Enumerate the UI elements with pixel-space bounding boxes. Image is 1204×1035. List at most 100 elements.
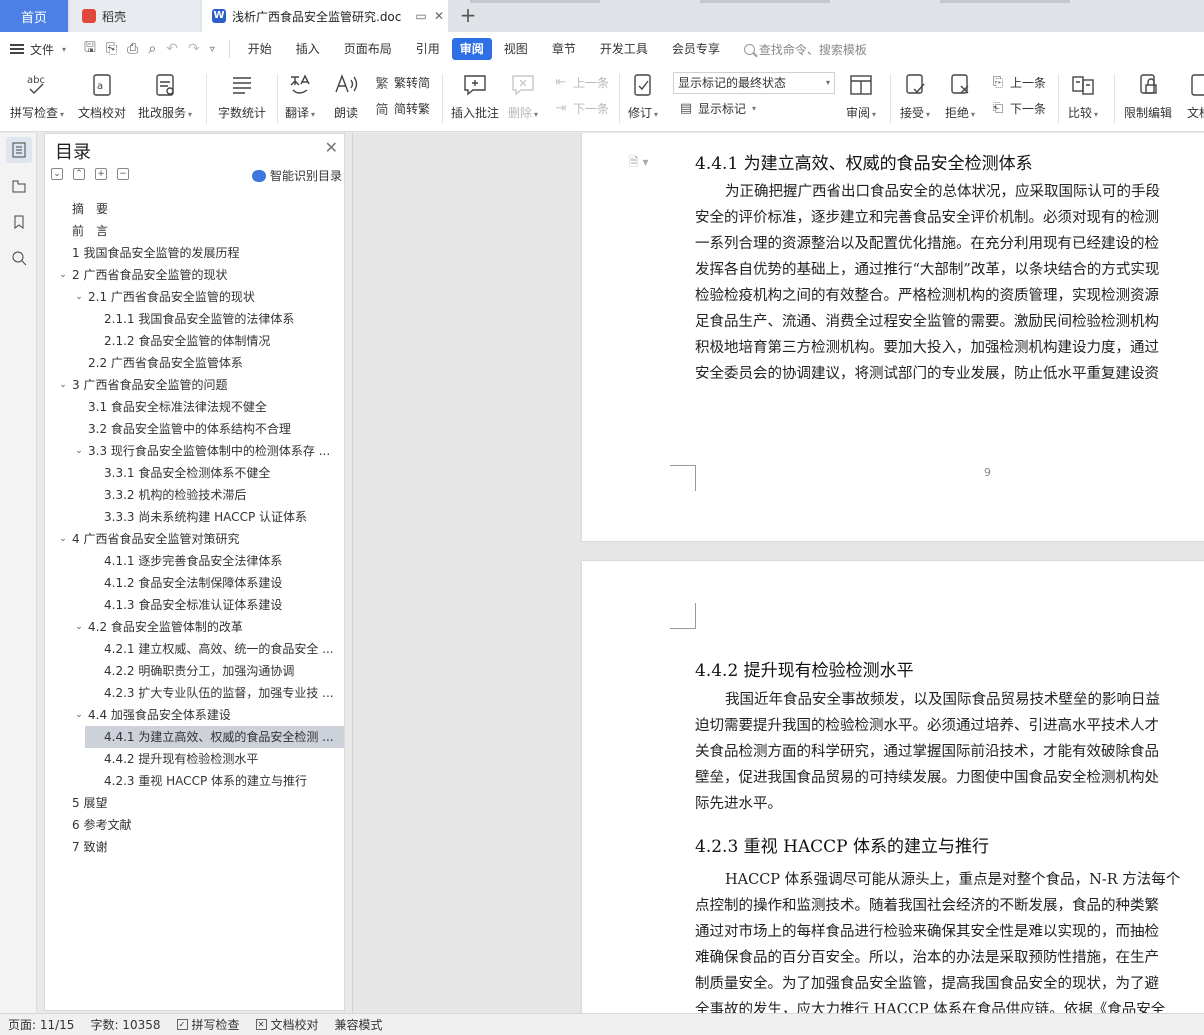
tab-pin-icon[interactable]: ▭ (412, 9, 430, 23)
toc-item[interactable]: ⌄ 3.3 现行食品安全监管体制中的检测体系存 ... (45, 440, 344, 462)
toc-item[interactable]: 3.3.3 尚未系统构建 HACCP 认证体系 (45, 506, 344, 528)
command-search[interactable]: 查找命令、搜索模板 (732, 41, 867, 58)
chevron-down-icon[interactable]: ⌄ (57, 264, 69, 286)
next-comment-button[interactable]: ⇥ 下一条 (553, 100, 609, 117)
menu-review[interactable]: 审阅 (451, 38, 492, 60)
spell-check-button[interactable]: abc 拼写检查 ▾ (10, 70, 64, 121)
toc-item[interactable]: ⌄ 4.2 食品安全监管体制的改革 (45, 616, 344, 638)
word-count-button[interactable]: 字数统计 (218, 70, 266, 121)
chevron-down-icon[interactable]: ⌄ (73, 286, 85, 308)
accept-button[interactable]: 接受 ▾ (900, 70, 930, 121)
toc-item[interactable]: 3.2 食品安全监管中的体系结构不合理 (45, 418, 344, 440)
page-indicator[interactable]: 页面: 11/15 (0, 1016, 82, 1033)
markup-state-select[interactable]: 显示标记的最终状态 ▾ (673, 72, 835, 94)
paragraph-menu-icon[interactable]: 🗎 ▾ (629, 153, 649, 174)
toc-item[interactable]: 7 致谢 (45, 836, 344, 858)
toc-item[interactable]: ⌄ 2 广西省食品安全监管的现状 (45, 264, 344, 286)
toc-item[interactable]: 摘 要 (45, 198, 344, 220)
menu-developer[interactable]: 开发工具 (588, 38, 660, 60)
document-canvas[interactable]: 🗎 ▾ 4.4.1 为建立高效、权威的食品安全检测体系 为正确把握广西省出口食品… (352, 133, 1204, 1013)
word-count-indicator[interactable]: 字数: 10358 (82, 1016, 168, 1033)
menu-section[interactable]: 章节 (540, 38, 588, 60)
toc-item[interactable]: 1 我国食品安全监管的发展历程 (45, 242, 344, 264)
toc-item[interactable]: 前 言 (45, 220, 344, 242)
chevron-down-icon[interactable]: ⌄ (73, 616, 85, 638)
new-tab-button[interactable]: + (458, 0, 478, 32)
read-aloud-button[interactable]: 朗读 (331, 70, 361, 121)
print-preview-icon[interactable]: ⌕ (148, 41, 156, 57)
doc-proof-toggle[interactable]: ✕ 文档校对 (248, 1016, 327, 1033)
remove-item-icon[interactable]: − (117, 168, 129, 180)
toc-item[interactable]: 4.2.3 扩大专业队伍的监督，加强专业技 ... (45, 682, 344, 704)
toc-item[interactable]: 2.1.2 食品安全监管的体制情况 (45, 330, 344, 352)
toc-item[interactable]: ⌄ 3 广西省食品安全监管的问题 (45, 374, 344, 396)
undo-icon[interactable]: ↶ (166, 41, 178, 57)
tab-document[interactable]: W 浅析广西食品安全监管研究.doc ▭ ✕ (202, 0, 448, 32)
next-change-button[interactable]: ⎗ 下一条 (990, 100, 1046, 117)
find-button[interactable] (6, 245, 32, 271)
review-pane-button[interactable]: 审阅 ▾ (846, 70, 876, 121)
toc-item[interactable]: 6 参考文献 (45, 814, 344, 836)
prev-change-button[interactable]: ⎘ 上一条 (990, 74, 1046, 91)
menu-page-layout[interactable]: 页面布局 (332, 38, 404, 60)
document-page[interactable]: 4.4.2 提升现有检验检测水平 我国近年食品安全事故频发，以及国际食品贸易技术… (582, 561, 1204, 1013)
close-icon[interactable]: ✕ (325, 138, 338, 157)
chevron-down-icon[interactable]: ⌄ (57, 374, 69, 396)
toc-item[interactable]: 4.1.1 逐步完善食品安全法律体系 (45, 550, 344, 572)
restrict-edit-button[interactable]: 限制编辑 (1124, 70, 1172, 121)
collapse-all-icon[interactable]: ⌃ (73, 168, 85, 180)
chevron-down-icon[interactable]: ⌄ (73, 440, 85, 462)
print-icon[interactable]: ⎙ (127, 41, 138, 57)
toc-item[interactable]: 5 展望 (45, 792, 344, 814)
show-markup-button[interactable]: ▤ 显示标记 ▾ (678, 100, 756, 117)
expand-all-icon[interactable]: ⌄ (51, 168, 63, 180)
prev-comment-button[interactable]: ⇤ 上一条 (553, 74, 609, 91)
save-icon[interactable]: 🖫 (84, 37, 96, 61)
document-page[interactable]: 🗎 ▾ 4.4.1 为建立高效、权威的食品安全检测体系 为正确把握广西省出口食品… (582, 133, 1204, 541)
toc-item[interactable]: ⌄ 2.1 广西省食品安全监管的现状 (45, 286, 344, 308)
toc-item[interactable]: 2.1.1 我国食品安全监管的法律体系 (45, 308, 344, 330)
toc-panel-button[interactable] (6, 137, 32, 163)
add-item-icon[interactable]: + (95, 168, 107, 180)
export-icon[interactable]: ⎘ (106, 41, 117, 57)
tab-home[interactable]: 首页 (0, 0, 68, 32)
spell-check-toggle[interactable]: ✓ 拼写检查 (169, 1016, 248, 1033)
delete-comment-button[interactable]: 删除 ▾ (508, 70, 538, 121)
revise-button[interactable]: 修订 ▾ (628, 70, 658, 121)
insert-comment-button[interactable]: 插入批注 (451, 70, 499, 121)
toc-item[interactable]: 3.1 食品安全标准法律法规不健全 (45, 396, 344, 418)
menu-reference[interactable]: 引用 (404, 38, 452, 60)
document-rights-button[interactable]: 文档 (1184, 70, 1204, 121)
toc-item[interactable]: 4.2.3 重视 HACCP 体系的建立与推行 (45, 770, 344, 792)
toc-item[interactable]: 2.2 广西省食品安全监管体系 (45, 352, 344, 374)
toc-item[interactable]: 3.3.1 食品安全检测体系不健全 (45, 462, 344, 484)
toc-item[interactable]: 4.2.2 明确职责分工，加强沟通协调 (45, 660, 344, 682)
toc-item[interactable]: 4.2.1 建立权威、高效、统一的食品安全 ... (45, 638, 344, 660)
toc-item[interactable]: 4.1.2 食品安全法制保障体系建设 (45, 572, 344, 594)
compare-button[interactable]: 比较 ▾ (1068, 70, 1098, 121)
tab-close-icon[interactable]: ✕ (430, 9, 448, 23)
toc-item[interactable]: ⌄ 4 广西省食品安全监管对策研究 (45, 528, 344, 550)
batch-service-button[interactable]: 批改服务 ▾ (138, 70, 192, 121)
menu-insert[interactable]: 插入 (284, 38, 332, 60)
chapter-nav-button[interactable] (6, 173, 32, 199)
customize-icon[interactable]: ▿ (210, 44, 215, 55)
to-traditional-button[interactable]: 简 简转繁 (374, 100, 430, 118)
to-simplified-button[interactable]: 繁 繁转简 (374, 74, 430, 92)
toc-item[interactable]: 4.1.3 食品安全标准认证体系建设 (45, 594, 344, 616)
toc-item[interactable]: 4.4.2 提升现有检验检测水平 (45, 748, 344, 770)
menu-view[interactable]: 视图 (492, 38, 540, 60)
translate-button[interactable]: 翻译 ▾ (285, 70, 315, 121)
menu-start[interactable]: 开始 (236, 38, 284, 60)
tab-daoke[interactable]: 稻壳 (70, 0, 200, 32)
chevron-down-icon[interactable]: ⌄ (73, 704, 85, 726)
smart-toc-button[interactable]: 智能识别目录 (251, 167, 342, 184)
doc-proof-button[interactable]: a 文档校对 (78, 70, 126, 121)
file-menu-button[interactable]: 文件 ▾ (0, 32, 76, 66)
reject-button[interactable]: 拒绝 ▾ (945, 70, 975, 121)
bookmark-button[interactable] (6, 209, 32, 235)
redo-icon[interactable]: ↷ (188, 41, 200, 57)
toc-item-selected[interactable]: 4.4.1 为建立高效、权威的食品安全检测 ... (85, 726, 344, 748)
toc-item[interactable]: ⌄ 4.4 加强食品安全体系建设 (45, 704, 344, 726)
menu-member[interactable]: 会员专享 (660, 38, 732, 60)
